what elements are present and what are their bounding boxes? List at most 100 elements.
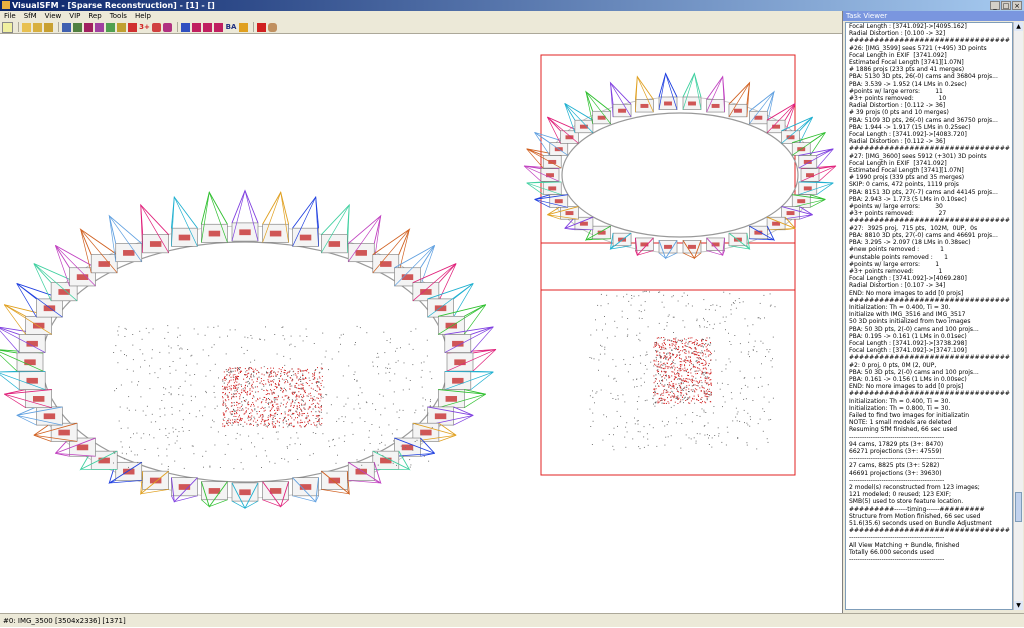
point <box>601 346 602 347</box>
point <box>250 335 251 336</box>
point <box>663 386 664 387</box>
next-icon[interactable] <box>214 23 223 32</box>
point <box>698 385 699 386</box>
point <box>336 463 337 464</box>
menu-vip[interactable]: VIP <box>65 11 84 21</box>
point <box>302 384 303 385</box>
open-multi-icon[interactable] <box>33 23 42 32</box>
point <box>171 394 172 395</box>
point <box>299 396 300 397</box>
point <box>673 344 674 345</box>
point <box>119 421 120 422</box>
point <box>673 332 674 333</box>
menu-help[interactable]: Help <box>131 11 155 21</box>
point <box>270 371 271 372</box>
point <box>269 374 270 375</box>
point <box>269 382 270 383</box>
point <box>653 392 654 393</box>
log-line: ################################ <box>849 217 1009 224</box>
menu-tools[interactable]: Tools <box>106 11 131 21</box>
point <box>281 413 282 414</box>
point <box>667 397 668 398</box>
lock-icon[interactable] <box>117 23 126 32</box>
point <box>659 347 660 348</box>
point <box>660 374 661 375</box>
point <box>243 410 244 411</box>
point <box>263 416 264 417</box>
menu-rep[interactable]: Rep <box>84 11 105 21</box>
point <box>296 399 297 400</box>
point <box>305 378 306 379</box>
point <box>666 354 667 355</box>
point <box>668 360 669 361</box>
point <box>230 374 231 375</box>
hand-icon[interactable] <box>268 23 277 32</box>
maximize-button[interactable]: □ <box>1001 1 1011 10</box>
point <box>701 341 702 342</box>
fast-forward-icon[interactable] <box>203 23 212 32</box>
menu-view[interactable]: View <box>41 11 66 21</box>
open-pairs-icon[interactable] <box>44 23 53 32</box>
save-icon[interactable] <box>62 23 71 32</box>
point <box>744 410 745 411</box>
sparse-icon[interactable] <box>152 23 161 32</box>
camera-frustum <box>109 480 141 483</box>
point <box>740 343 741 344</box>
point <box>655 342 656 343</box>
reconstruction-viewport[interactable] <box>0 35 842 613</box>
match-icon[interactable] <box>73 23 82 32</box>
point <box>680 369 681 370</box>
point <box>689 403 690 404</box>
open-folder-icon[interactable] <box>22 23 31 32</box>
play-icon[interactable] <box>192 23 201 32</box>
point <box>679 378 680 379</box>
camera-frustum <box>293 197 319 228</box>
log-line: PBA: 5109 3D pts, 26(-0) cams and 36750 … <box>849 117 1009 124</box>
point <box>700 433 701 434</box>
point <box>674 395 675 396</box>
shuffle-icon[interactable] <box>181 23 190 32</box>
point <box>613 449 614 450</box>
compute-icon[interactable] <box>239 23 248 32</box>
point <box>729 341 730 342</box>
pair-icon[interactable] <box>84 23 93 32</box>
task-log[interactable]: Focal Length : [3741.092]->[4095.162]Rad… <box>845 22 1013 610</box>
point <box>133 468 134 469</box>
point <box>665 399 666 400</box>
close-button[interactable]: × <box>1012 1 1022 10</box>
scroll-thumb[interactable] <box>1015 492 1022 522</box>
point <box>676 389 677 390</box>
point <box>673 393 674 394</box>
scene-svg <box>0 35 842 613</box>
tag-icon[interactable] <box>106 23 115 32</box>
point <box>664 445 665 446</box>
pause-icon[interactable] <box>257 23 266 32</box>
point <box>126 453 127 454</box>
point <box>670 397 671 398</box>
point <box>675 374 676 375</box>
point <box>307 369 308 370</box>
minimize-button[interactable]: _ <box>990 1 1000 10</box>
point <box>290 409 291 410</box>
scroll-up-icon[interactable]: ▲ <box>1014 22 1023 31</box>
log-scrollbar[interactable]: ▲ ▼ <box>1013 22 1023 610</box>
camera-thumbnail <box>804 186 812 190</box>
dense-icon[interactable] <box>163 23 172 32</box>
ba-icon[interactable]: BA <box>225 23 237 32</box>
menu-file[interactable]: File <box>0 11 20 21</box>
delete-icon[interactable] <box>128 23 137 32</box>
log-line: #3+ points removed: 1 <box>849 268 1009 275</box>
camera-icon[interactable] <box>95 23 104 32</box>
point <box>232 425 233 426</box>
point <box>262 383 263 384</box>
point <box>638 396 639 397</box>
point <box>756 351 757 352</box>
camera-thumbnail <box>664 245 672 249</box>
menu-sfm[interactable]: SfM <box>20 11 41 21</box>
point <box>695 373 696 374</box>
notepad-icon[interactable] <box>2 22 13 33</box>
scroll-down-icon[interactable]: ▼ <box>1014 601 1023 610</box>
point <box>634 387 635 388</box>
point <box>295 400 296 401</box>
reconstruct-plus-icon[interactable]: 3+ <box>139 23 150 32</box>
